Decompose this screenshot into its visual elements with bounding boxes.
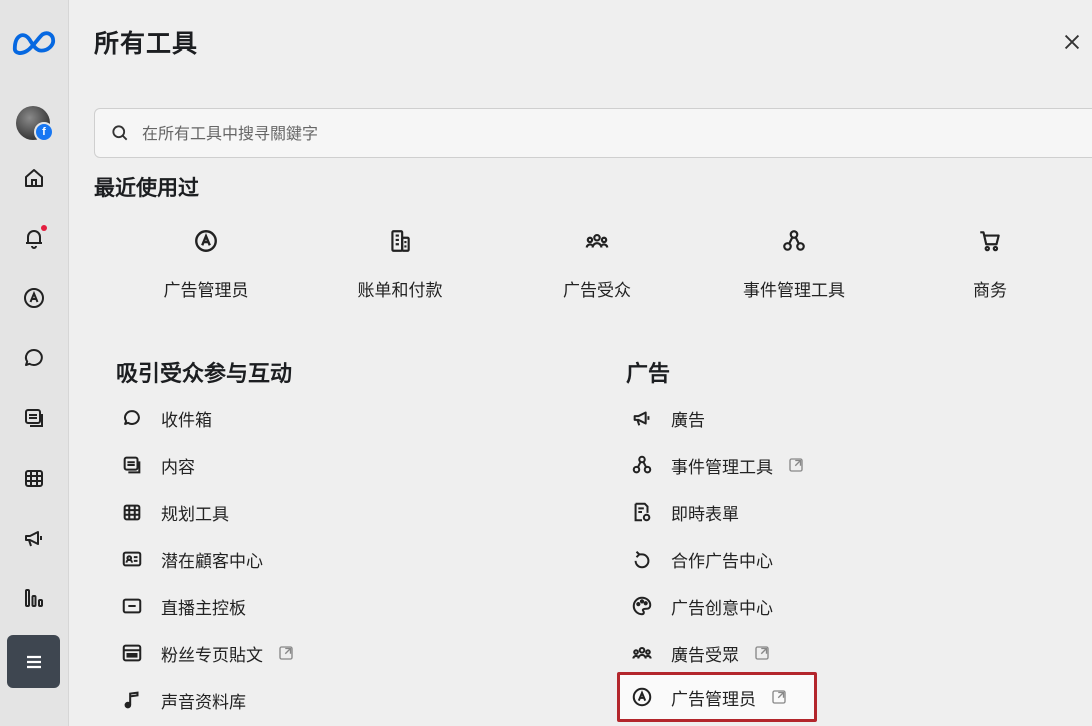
tool-item-label: 广告管理员 — [671, 689, 756, 710]
external-link-icon — [279, 646, 293, 660]
tool-item-ads[interactable]: 廣告 — [631, 401, 705, 435]
insights-bars-icon[interactable] — [14, 578, 54, 618]
recent-item-label: 账单和付款 — [357, 281, 443, 301]
tool-item-instant-forms[interactable]: 即時表單 — [631, 495, 739, 529]
events-manager-icon — [783, 230, 805, 251]
tool-item-partnership-ads[interactable]: 合作广告中心 — [631, 542, 773, 576]
partnership-ads-icon — [634, 550, 650, 569]
recent-item-commerce[interactable]: 商务 — [900, 220, 1080, 301]
tool-item-label: 事件管理工具 — [671, 457, 773, 478]
megaphone-icon — [633, 411, 650, 426]
recent-section-title: 最近使用过 — [94, 176, 199, 200]
tool-item-label: 即時表單 — [671, 504, 739, 525]
recent-item-audience[interactable]: 广告受众 — [507, 220, 687, 301]
music-icon — [124, 691, 139, 709]
megaphone-icon[interactable] — [14, 518, 54, 558]
search-bar[interactable] — [94, 108, 1092, 158]
all-tools-menu-icon[interactable] — [7, 635, 60, 688]
tool-item-label: 声音资料库 — [161, 692, 246, 713]
ads-section-title: 广告 — [626, 362, 671, 387]
search-icon — [112, 125, 128, 141]
recent-item-ads-manager[interactable]: 广告管理员 — [116, 220, 296, 301]
tool-item-events-manager[interactable]: 事件管理工具 — [631, 448, 805, 482]
cart-icon — [980, 231, 1000, 252]
tool-item-label: 收件箱 — [161, 410, 212, 431]
tool-item-inbox[interactable]: 收件箱 — [121, 401, 212, 435]
tool-item-label: 潜在顧客中心 — [161, 551, 263, 572]
tool-item-label: 廣告受眾 — [671, 645, 739, 666]
left-nav-rail: f — [0, 0, 69, 726]
external-link-icon — [789, 458, 803, 472]
tool-item-sound-library[interactable]: 声音资料库 — [121, 683, 246, 717]
tool-item-ads-manager[interactable]: 广告管理员 — [631, 680, 788, 714]
tool-item-creative-hub[interactable]: 广告创意中心 — [631, 589, 773, 623]
tool-item-label: 直播主控板 — [161, 598, 246, 619]
avatar[interactable]: f — [16, 106, 54, 142]
recent-item-billing[interactable]: 账单和付款 — [310, 220, 490, 301]
tool-item-planner[interactable]: 规划工具 — [121, 495, 229, 529]
audience-icon — [632, 646, 652, 659]
instant-forms-icon — [634, 502, 651, 522]
billing-icon — [391, 230, 410, 252]
content-icon — [123, 456, 141, 474]
meta-logo-icon[interactable] — [8, 22, 60, 62]
creative-hub-icon — [632, 596, 652, 616]
events-manager-icon — [632, 455, 652, 474]
recent-tools-row: 广告管理员 账单和付款 广告受众 事件管理工具 商务 — [94, 220, 1092, 320]
live-dashboard-icon — [122, 598, 142, 614]
tool-item-leads-center[interactable]: 潜在顧客中心 — [121, 542, 263, 576]
planner-icon — [123, 504, 141, 521]
tool-item-label: 广告创意中心 — [671, 598, 773, 619]
facebook-badge-icon: f — [34, 122, 54, 142]
notifications-bell-icon[interactable] — [14, 218, 54, 258]
close-icon — [1064, 34, 1080, 50]
home-icon[interactable] — [14, 158, 54, 198]
all-tools-panel: 所有工具 最近使用过 广告管理员 账单和付款 广告受众 事件管理工具 商务 — [69, 0, 1092, 726]
page-posts-icon — [122, 644, 142, 662]
tool-item-label: 规划工具 — [161, 504, 229, 525]
recent-item-label: 广告受众 — [563, 281, 631, 301]
inbox-icon — [124, 410, 140, 425]
recent-item-label: 事件管理工具 — [743, 281, 845, 301]
close-button[interactable] — [1058, 28, 1086, 56]
page-title: 所有工具 — [94, 29, 199, 58]
tool-item-label: 内容 — [161, 457, 195, 478]
tool-item-label: 合作广告中心 — [671, 551, 773, 572]
content-icon[interactable] — [14, 398, 54, 438]
leads-center-icon — [122, 551, 142, 567]
recent-item-label: 商务 — [973, 281, 1007, 301]
tool-item-ad-audience[interactable]: 廣告受眾 — [631, 636, 771, 670]
recent-item-events-manager[interactable]: 事件管理工具 — [704, 220, 884, 301]
notification-dot — [41, 225, 47, 231]
tool-item-live-dashboard[interactable]: 直播主控板 — [121, 589, 246, 623]
audience-icon — [585, 233, 609, 248]
tool-item-content[interactable]: 内容 — [121, 448, 195, 482]
ads-manager-icon — [632, 687, 652, 707]
search-input[interactable] — [140, 122, 1044, 144]
tool-item-label: 粉丝专页貼文 — [161, 645, 263, 666]
external-link-icon — [772, 690, 786, 704]
ads-manager-icon — [195, 230, 217, 252]
recent-item-label: 广告管理员 — [163, 281, 249, 301]
chat-bubble-icon[interactable] — [14, 338, 54, 378]
calendar-icon[interactable] — [14, 458, 54, 498]
tool-item-page-posts[interactable]: 粉丝专页貼文 — [121, 636, 295, 670]
tool-item-label: 廣告 — [671, 410, 705, 431]
ads-manager-icon[interactable] — [14, 278, 54, 318]
external-link-icon — [755, 646, 769, 660]
engage-section-title: 吸引受众参与互动 — [116, 362, 293, 387]
